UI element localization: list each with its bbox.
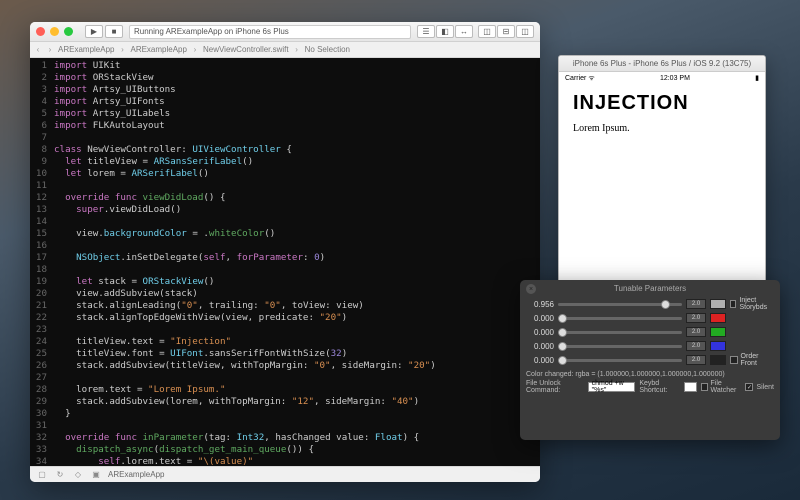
- app-heading: INJECTION: [573, 92, 751, 115]
- carrier-label: Carrier ᯤ: [565, 74, 595, 83]
- close-icon[interactable]: ×: [526, 284, 536, 294]
- slider-row: 0.000 2.0: [526, 325, 726, 339]
- back-button[interactable]: ‹: [34, 45, 42, 54]
- breadcrumb-segment[interactable]: ARExampleApp: [130, 45, 186, 54]
- stop-button[interactable]: ■: [105, 25, 123, 38]
- folder-icon[interactable]: ▣: [90, 469, 102, 481]
- keybd-label: Keybd Shortcut:: [639, 380, 680, 394]
- panel-options: Inject Storybds Order Front: [730, 297, 774, 367]
- color-swatch[interactable]: [710, 313, 726, 323]
- slider-max[interactable]: 2.0: [686, 299, 706, 309]
- file-watcher-check[interactable]: File Watcher: [701, 380, 742, 394]
- status-bar: Carrier ᯤ 12:03 PM ▮: [559, 72, 765, 84]
- minimize-icon[interactable]: [50, 27, 59, 36]
- unlock-label: File Unlock Command:: [526, 380, 584, 394]
- breadcrumb-segment[interactable]: NewViewController.swift: [203, 45, 289, 54]
- clock-label: 12:03 PM: [660, 75, 690, 82]
- forward-button[interactable]: ›: [46, 45, 54, 54]
- slider-value: 0.956: [526, 300, 554, 309]
- keybd-field[interactable]: [684, 382, 697, 392]
- inject-storyboards-check[interactable]: Inject Storybds: [730, 297, 774, 311]
- code-editor[interactable]: 1234567891011121314151617181920212223242…: [30, 58, 540, 466]
- code-content[interactable]: import UIKit import ORStackView import A…: [50, 58, 540, 466]
- jump-bar[interactable]: ‹ › ARExampleApp › ARExampleApp › NewVie…: [30, 42, 540, 58]
- color-swatch[interactable]: [710, 341, 726, 351]
- recent-icon[interactable]: ↻: [54, 469, 66, 481]
- toolbar-right: ☰ ◧ ↔ ◫ ⊟ ◫: [417, 25, 534, 38]
- window-controls: [36, 27, 73, 36]
- slider-row: 0.000 2.0: [526, 339, 726, 353]
- left-panel-button[interactable]: ◫: [478, 25, 496, 38]
- version-button[interactable]: ↔: [455, 25, 473, 38]
- bottom-project-label: ARExampleApp: [108, 470, 164, 479]
- checkbox-icon[interactable]: [730, 356, 738, 364]
- xcode-titlebar: ▶ ■ Running ARExampleApp on iPhone 6s Pl…: [30, 22, 540, 42]
- breadcrumb-segment[interactable]: ARExampleApp: [58, 45, 114, 54]
- slider-max[interactable]: 2.0: [686, 341, 706, 351]
- color-readout: Color changed: rgba = (1.000000,1.000000…: [526, 371, 774, 378]
- close-icon[interactable]: [36, 27, 45, 36]
- slider[interactable]: [558, 303, 682, 306]
- slider-row: 0.000 2.0: [526, 311, 726, 325]
- slider-value: 0.000: [526, 328, 554, 337]
- scm-icon[interactable]: ◇: [72, 469, 84, 481]
- color-swatch[interactable]: [710, 355, 726, 365]
- editor-mode-button[interactable]: ☰: [417, 25, 435, 38]
- chevron-icon: ›: [191, 45, 199, 54]
- color-swatch[interactable]: [710, 327, 726, 337]
- slider-row: 0.000 2.0: [526, 353, 726, 367]
- color-swatch[interactable]: [710, 299, 726, 309]
- zoom-icon[interactable]: [64, 27, 73, 36]
- run-button[interactable]: ▶: [85, 25, 103, 38]
- breadcrumb-segment[interactable]: No Selection: [305, 45, 350, 54]
- bottom-bar: ▢ ↻ ◇ ▣ ARExampleApp: [30, 466, 540, 482]
- chevron-icon: ›: [293, 45, 301, 54]
- slider[interactable]: [558, 317, 682, 320]
- slider-max[interactable]: 2.0: [686, 313, 706, 323]
- right-panel-button[interactable]: ◫: [516, 25, 534, 38]
- checkbox-icon[interactable]: [730, 300, 736, 308]
- filter-icon[interactable]: ▢: [36, 469, 48, 481]
- battery-icon: ▮: [755, 74, 759, 82]
- slider-max[interactable]: 2.0: [686, 327, 706, 337]
- bottom-panel-button[interactable]: ⊟: [497, 25, 515, 38]
- slider-row: 0.956 2.0: [526, 297, 726, 311]
- silent-check[interactable]: ✓Silent: [745, 383, 774, 391]
- unlock-field[interactable]: chmod +w "%s": [588, 382, 636, 392]
- run-controls: ▶ ■: [85, 25, 123, 38]
- xcode-window: ▶ ■ Running ARExampleApp on iPhone 6s Pl…: [30, 22, 540, 482]
- chevron-icon: ›: [118, 45, 126, 54]
- slider[interactable]: [558, 345, 682, 348]
- order-front-check[interactable]: Order Front: [730, 353, 774, 367]
- tunable-panel: × Tunable Parameters 0.9562.00.0002.00.0…: [520, 280, 780, 440]
- panel-title: × Tunable Parameters: [526, 284, 774, 293]
- simulator-title: iPhone 6s Plus - iPhone 6s Plus / iOS 9.…: [559, 56, 765, 72]
- slider-value: 0.000: [526, 356, 554, 365]
- slider-group: 0.956 2.0 0.000 2.0 0.000 2.0 0.000 2.0 0.000 2.0: [526, 297, 726, 367]
- app-body-text: Lorem Ipsum.: [573, 123, 751, 134]
- slider-value: 0.000: [526, 314, 554, 323]
- activity-status: Running ARExampleApp on iPhone 6s Plus: [129, 25, 411, 39]
- line-gutter: 1234567891011121314151617181920212223242…: [30, 58, 50, 466]
- slider[interactable]: [558, 331, 682, 334]
- slider-value: 0.000: [526, 342, 554, 351]
- slider[interactable]: [558, 359, 682, 362]
- assistant-button[interactable]: ◧: [436, 25, 454, 38]
- slider-max[interactable]: 2.0: [686, 355, 706, 365]
